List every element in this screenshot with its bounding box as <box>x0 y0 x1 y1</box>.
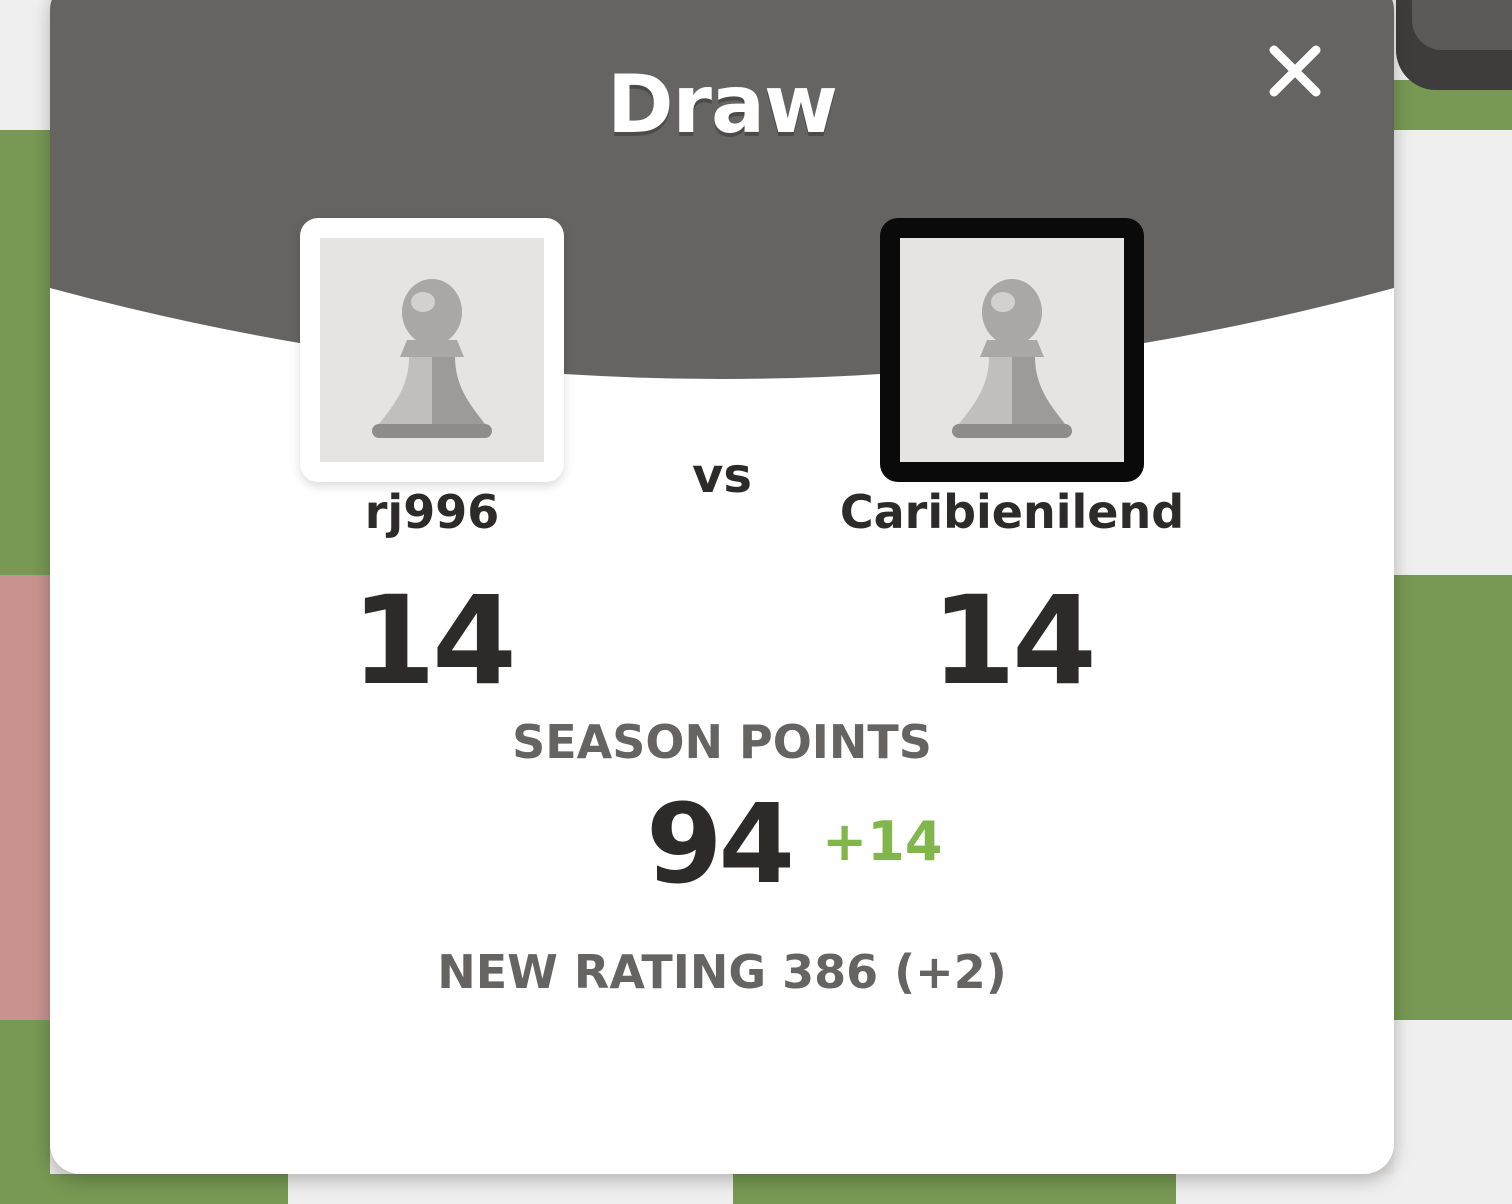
board-square-highlight <box>0 575 50 1020</box>
season-points-label: SEASON POINTS <box>512 715 932 769</box>
new-rating-text: NEW RATING 386 (+2) <box>437 945 1007 999</box>
player-score-right: 14 <box>931 570 1097 712</box>
pawn-icon <box>952 279 1072 438</box>
player-avatar-left[interactable] <box>300 218 564 482</box>
season-points-delta: +14 <box>822 810 943 873</box>
player-name-left[interactable]: rj996 <box>282 485 582 539</box>
player-score-left: 14 <box>351 570 517 712</box>
player-name-right[interactable]: Caribienilend <box>810 485 1214 539</box>
board-square <box>1176 1174 1512 1204</box>
close-icon <box>1269 45 1321 97</box>
game-result-modal: Draw vs rj996 Caribienilend 14 14 SEASON… <box>50 0 1394 1174</box>
board-piece-partial <box>1412 0 1512 50</box>
result-title: Draw <box>607 58 838 151</box>
board-square <box>733 1174 1176 1204</box>
season-points-value: 94 <box>646 780 795 908</box>
player-avatar-right[interactable] <box>880 218 1144 482</box>
board-square <box>1394 575 1512 1020</box>
season-points-row: 94 +14 <box>50 780 1394 908</box>
board-square <box>288 1174 733 1204</box>
pawn-icon <box>372 279 492 438</box>
board-square <box>0 130 50 575</box>
close-button[interactable] <box>1264 40 1326 102</box>
board-square <box>1394 130 1512 575</box>
board-square <box>0 1174 288 1204</box>
